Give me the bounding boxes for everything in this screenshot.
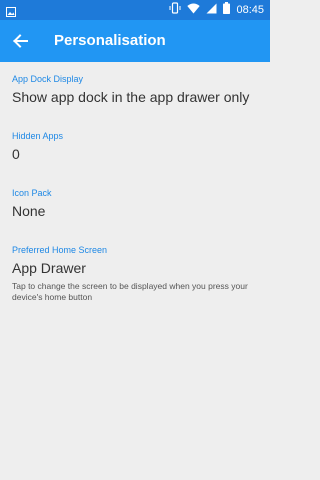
preferences-list: App Dock Display Show app dock in the ap… [0,62,270,480]
gallery-notification-icon [6,4,16,17]
wifi-icon [187,1,201,19]
status-bar: 08:45 [0,0,270,20]
pref-category-label: App Dock Display [12,74,84,84]
pref-category-label: Icon Pack [12,188,52,198]
signal-icon [206,1,217,19]
status-icons: 08:45 [169,1,264,19]
pref-icon-pack[interactable]: Icon Pack None [0,187,270,220]
pref-value: 0 [12,146,20,162]
pref-value: App Drawer [12,260,86,276]
pref-hidden-apps[interactable]: Hidden Apps 0 [0,130,270,163]
vibrate-icon [169,1,181,19]
pref-summary: Tap to change the screen to be displayed… [12,281,248,302]
pref-value: None [12,203,46,219]
status-time: 08:45 [236,4,264,16]
app-bar: Personalisation [0,20,270,62]
back-arrow-icon[interactable] [8,29,32,53]
pref-app-dock-display[interactable]: App Dock Display Show app dock in the ap… [0,73,270,106]
page-title: Personalisation [54,32,166,49]
pref-preferred-home-screen[interactable]: Preferred Home Screen App Drawer Tap to … [0,244,270,303]
pref-category-label: Preferred Home Screen [12,245,108,255]
pref-value: Show app dock in the app drawer only [12,89,250,105]
battery-icon [223,1,231,19]
pref-category-label: Hidden Apps [12,131,64,141]
